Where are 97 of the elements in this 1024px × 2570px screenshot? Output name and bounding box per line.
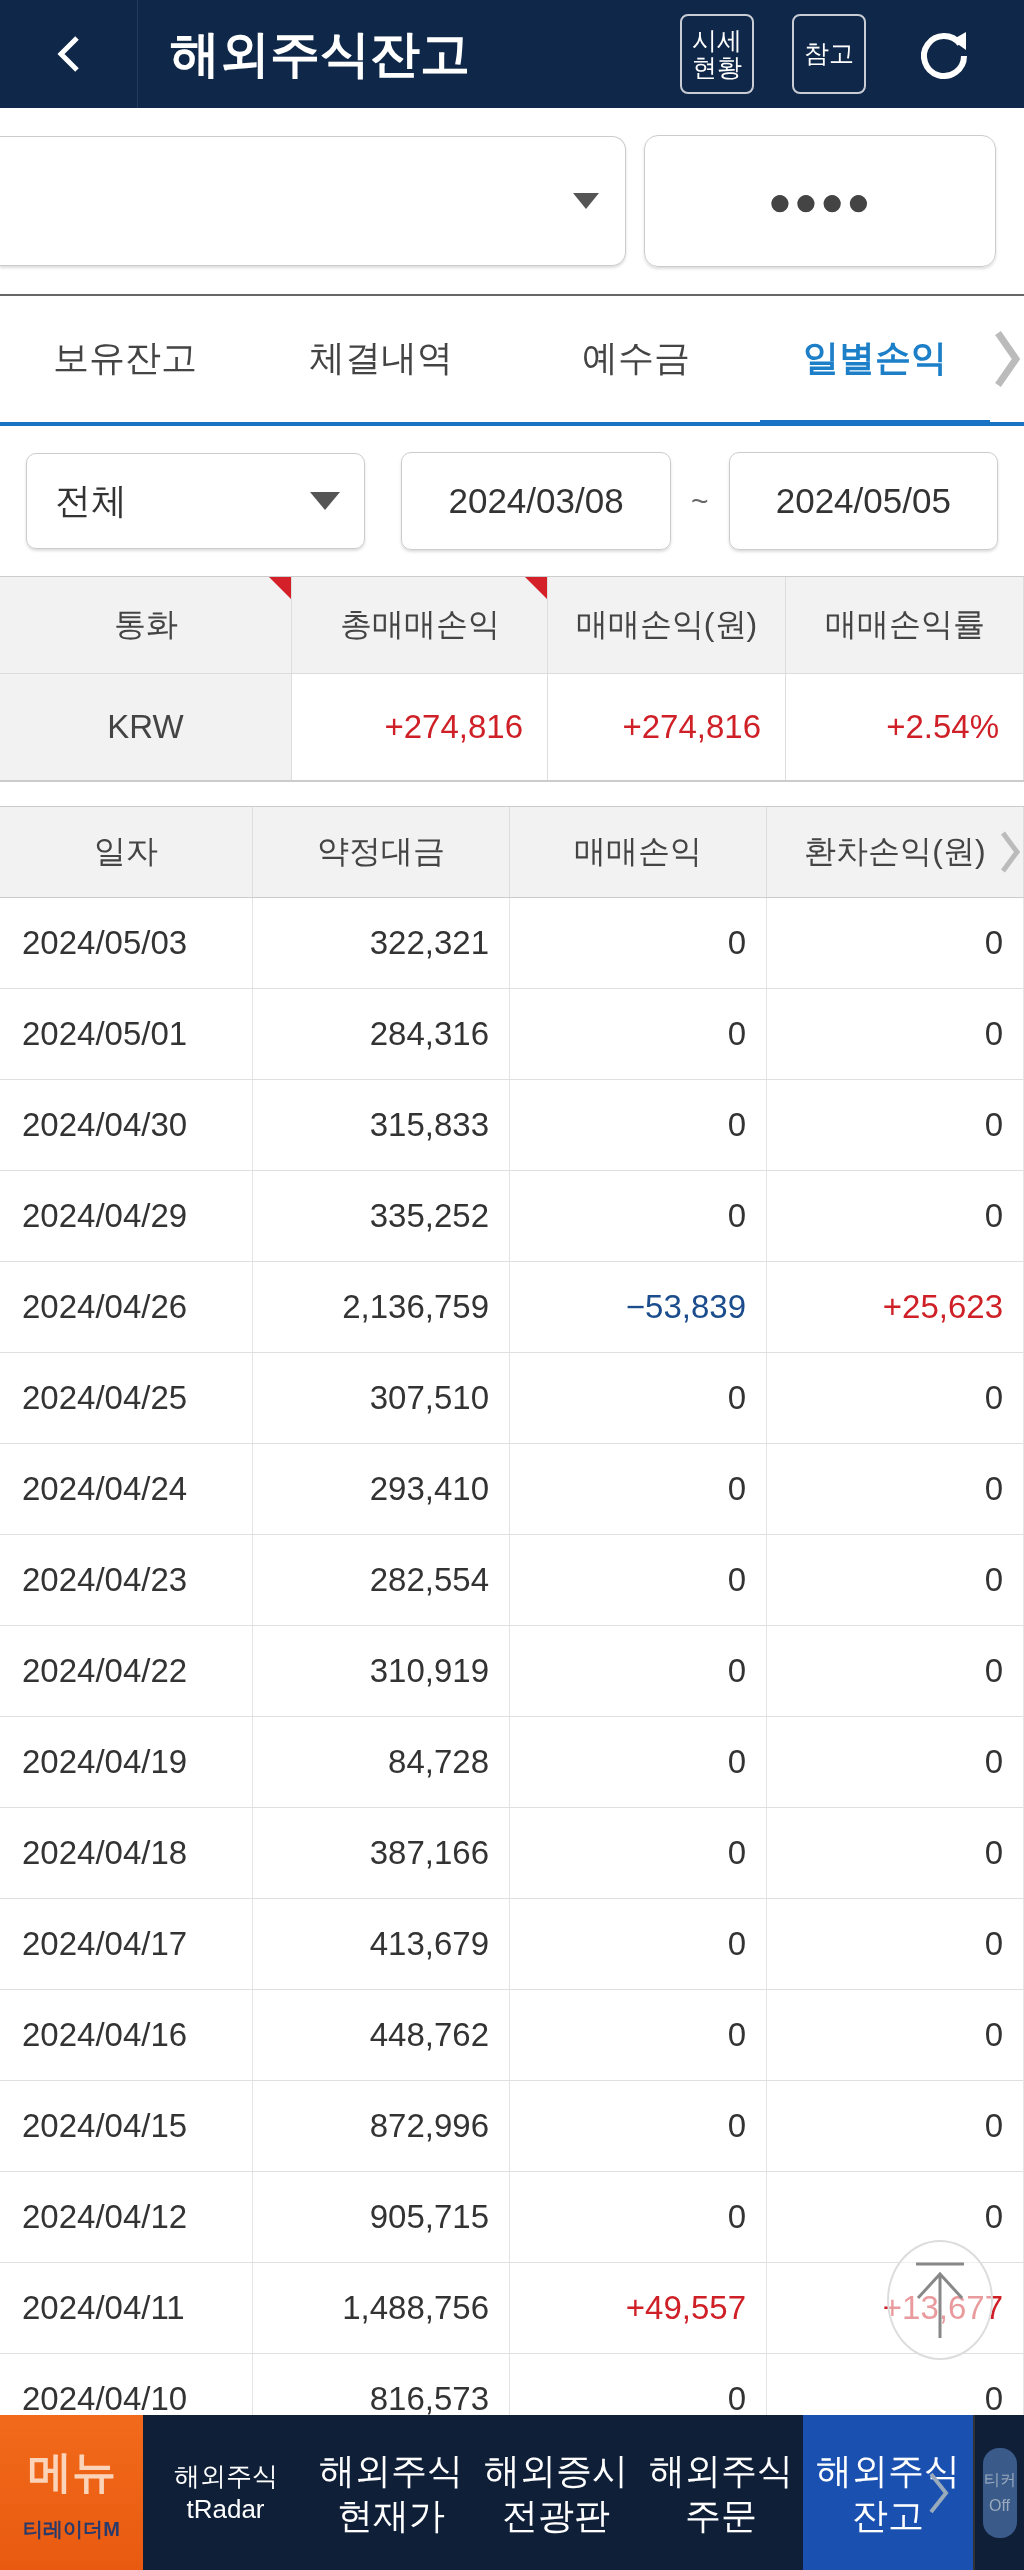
menu-label: 메뉴 (27, 2445, 116, 2498)
dropdown-caret-icon (573, 193, 599, 209)
table-cell: 2024/04/11 (0, 2263, 253, 2353)
column-header: 매매손익률 (786, 577, 1024, 674)
table-cell: 315,833 (253, 1080, 510, 1170)
table-cell: 872,996 (253, 2081, 510, 2171)
table-cell: 0 (510, 1171, 767, 1261)
nav-item[interactable]: 해외주식 현재가 (308, 2415, 473, 2570)
table-cell: 2024/05/03 (0, 898, 253, 988)
table-cell: 0 (767, 1444, 1024, 1534)
tab[interactable]: 체결내역 (250, 296, 512, 426)
table-cell: 2024/04/22 (0, 1626, 253, 1716)
range-separator: ~ (689, 484, 710, 518)
column-header: 환차손익(원) (767, 807, 1024, 897)
table-cell: 310,919 (253, 1626, 510, 1716)
table-cell: 2024/04/12 (0, 2172, 253, 2262)
table-cell: 0 (510, 1808, 767, 1898)
end-date-field[interactable]: 2024/05/05 (728, 452, 998, 550)
table-cell: 0 (767, 1626, 1024, 1716)
table-cell: 335,252 (253, 1171, 510, 1261)
table-cell: 2024/04/29 (0, 1171, 253, 1261)
table-cell: 0 (767, 1535, 1024, 1625)
table-cell: 413,679 (253, 1899, 510, 1989)
column-header: 총매매손익 (292, 577, 548, 674)
table-cell: 0 (510, 989, 767, 1079)
nav-item[interactable]: 해외주식 잔고 (803, 2415, 973, 2570)
tab[interactable]: 보유잔고 (0, 296, 250, 426)
table-cell: 2024/04/15 (0, 2081, 253, 2171)
table-cell: 0 (510, 1626, 767, 1716)
table-cell: 0 (767, 989, 1024, 1079)
account-dropdown[interactable] (0, 136, 626, 266)
table-cell: 0 (510, 2172, 767, 2262)
table-cell: 282,554 (253, 1535, 510, 1625)
start-date-field[interactable]: 2024/03/08 (401, 452, 671, 550)
table-cell: 2024/04/23 (0, 1535, 253, 1625)
column-header: 약정대금 (253, 807, 510, 897)
table-cell: 284,316 (253, 989, 510, 1079)
column-header: 매매손익(원) (548, 577, 786, 674)
nav-item[interactable]: 해외주식 주문 (638, 2415, 803, 2570)
table-cell: 0 (510, 1990, 767, 2080)
table-cell: 2024/04/16 (0, 1990, 253, 2080)
table-cell: 0 (510, 1535, 767, 1625)
brand-logo: 티레이더M (23, 2516, 120, 2542)
table-cell: 307,510 (253, 1353, 510, 1443)
table-cell: 0 (510, 898, 767, 988)
table-cell: 0 (767, 898, 1024, 988)
table-cell: +25,623 (767, 1262, 1024, 1352)
table-cell: 2024/04/17 (0, 1899, 253, 1989)
table-cell: 0 (767, 1990, 1024, 2080)
table-cell: 387,166 (253, 1808, 510, 1898)
table-cell: 2024/04/25 (0, 1353, 253, 1443)
column-header: 일자 (0, 807, 253, 897)
table-cell: 0 (767, 1080, 1024, 1170)
table-cell: 0 (510, 1353, 767, 1443)
nav-item[interactable]: 해외주식 tRadar (143, 2415, 308, 2570)
table-cell: 448,762 (253, 1990, 510, 2080)
table-cell: −53,839 (510, 1262, 767, 1352)
table-cell: 1,488,756 (253, 2263, 510, 2353)
column-header: 통화 (0, 577, 292, 674)
table-cell: 905,715 (253, 2172, 510, 2262)
table-cell: 0 (510, 2081, 767, 2171)
header-button[interactable]: 시세 현황 (680, 14, 754, 94)
table-cell: 322,321 (253, 898, 510, 988)
table-cell: 2024/05/01 (0, 989, 253, 1079)
table-cell: 0 (767, 2172, 1024, 2262)
table-cell: 0 (767, 1899, 1024, 1989)
password-field[interactable]: ●●●● (644, 135, 996, 267)
table-cell: 0 (767, 1717, 1024, 1807)
table-cell: +2.54% (786, 674, 1024, 780)
table-cell: 0 (767, 1171, 1024, 1261)
table-cell: 2024/04/30 (0, 1080, 253, 1170)
table-cell: +274,816 (292, 674, 548, 780)
table-cell: 2024/04/18 (0, 1808, 253, 1898)
table-cell: KRW (0, 674, 292, 780)
header-button[interactable]: 참고 (792, 14, 866, 94)
table-cell: 0 (510, 1717, 767, 1807)
dropdown-caret-icon (310, 492, 341, 510)
column-header: 매매손익 (510, 807, 767, 897)
table-cell: +49,557 (510, 2263, 767, 2353)
tab[interactable]: 일별손익 (760, 296, 990, 426)
tab[interactable]: 예수금 (512, 296, 760, 426)
screen-title: 해외주식잔고 (169, 24, 471, 84)
table-cell: 2024/04/24 (0, 1444, 253, 1534)
table-cell: 2024/04/19 (0, 1717, 253, 1807)
table-cell: 0 (767, 1353, 1024, 1443)
nav-item[interactable]: 해외증시 전광판 (473, 2415, 638, 2570)
table-cell: +274,816 (548, 674, 786, 780)
table-cell: 0 (767, 2081, 1024, 2171)
table-cell: 293,410 (253, 1444, 510, 1534)
table-cell: 0 (767, 1808, 1024, 1898)
scope-dropdown[interactable]: 전체 (26, 453, 366, 549)
table-cell: 2,136,759 (253, 1262, 510, 1352)
table-cell: 84,728 (253, 1717, 510, 1807)
table-cell: 0 (510, 1899, 767, 1989)
table-cell: 0 (510, 1080, 767, 1170)
table-cell: 0 (510, 1444, 767, 1534)
table-cell: 2024/04/26 (0, 1262, 253, 1352)
